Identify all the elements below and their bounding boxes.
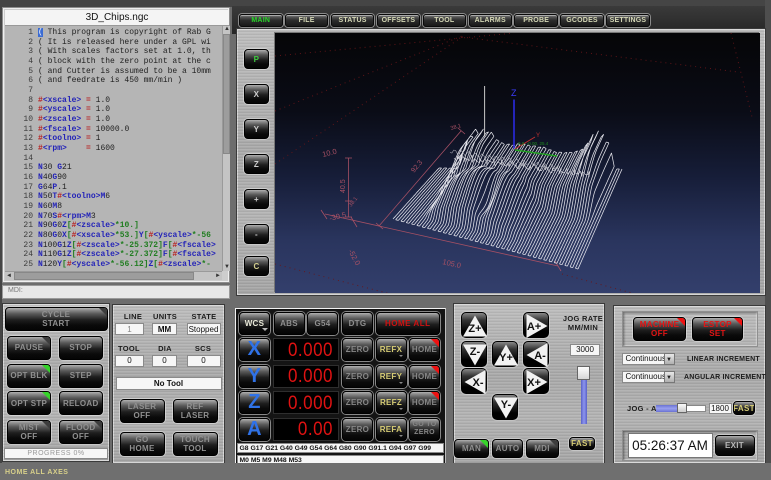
svg-text:40.5: 40.5 [340,179,347,193]
svg-text:A+: A+ [527,321,541,333]
svg-text:Z: Z [511,88,517,98]
svg-text:X+: X+ [527,377,541,389]
svg-text:Y+: Y+ [499,352,513,364]
svg-text:Y-: Y- [501,399,512,411]
svg-text:Y: Y [536,133,540,139]
svg-text:Z+: Z+ [468,323,481,335]
svg-text:Z-: Z- [469,346,480,358]
svg-text:0.0, -0.00, 25.4: 0.0, -0.00, 25.4 [518,141,549,146]
svg-text:A-: A- [534,350,546,362]
svg-text:X-: X- [472,377,483,389]
